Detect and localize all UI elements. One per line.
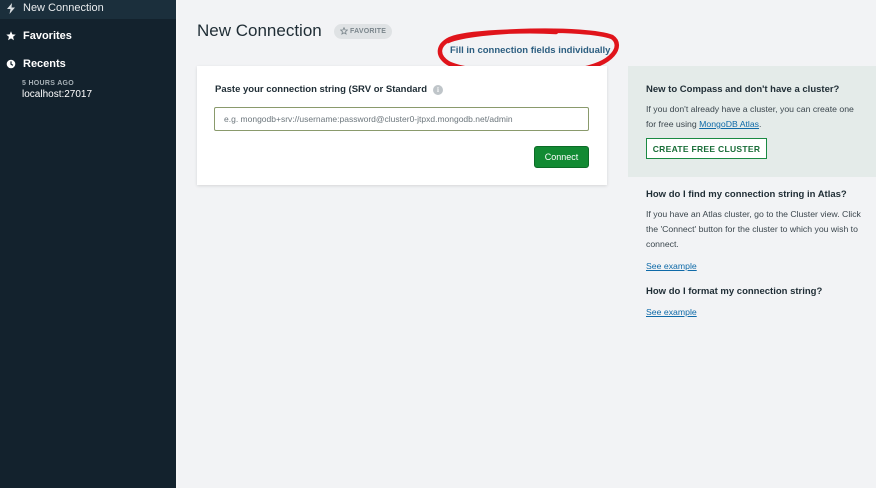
star-outline-icon bbox=[339, 26, 349, 37]
fill-fields-individually-link[interactable]: Fill in connection fields individually bbox=[450, 45, 610, 56]
sidebar-item-label: New Connection bbox=[23, 2, 104, 14]
new-to-compass-box: New to Compass and don't have a cluster?… bbox=[628, 66, 876, 177]
page-title: New Connection bbox=[197, 21, 322, 40]
recent-time: 5 HOURS AGO bbox=[22, 80, 75, 87]
connection-string-label: Paste your connection string (SRV or Sta… bbox=[215, 84, 444, 95]
connect-button[interactable]: Connect bbox=[534, 146, 589, 168]
help-text-end: . bbox=[759, 119, 762, 129]
connection-string-label-text: Paste your connection string (SRV or Sta… bbox=[215, 84, 428, 95]
sidebar-item-new-connection[interactable]: New Connection bbox=[0, 0, 176, 19]
help-text: If you don't already have a cluster, you… bbox=[646, 102, 861, 132]
find-string-text: If you have an Atlas cluster, go to the … bbox=[646, 209, 861, 249]
sidebar-item-favorites[interactable]: Favorites bbox=[0, 25, 176, 47]
find-string-heading: How do I find my connection string in At… bbox=[646, 189, 847, 200]
info-icon[interactable]: i bbox=[433, 84, 444, 95]
favorite-button-label: FAVORITE bbox=[350, 28, 387, 35]
sidebar-divider bbox=[176, 0, 178, 488]
connection-string-input[interactable] bbox=[214, 107, 589, 131]
format-string-heading: How do I format my connection string? bbox=[646, 286, 823, 297]
see-example-link-find[interactable]: See example bbox=[646, 261, 697, 271]
sidebar-section-recents: Recents bbox=[0, 53, 176, 75]
connection-string-card: Paste your connection string (SRV or Sta… bbox=[197, 66, 607, 185]
sidebar: New Connection Favorites Recents 5 HOURS… bbox=[0, 0, 176, 488]
sidebar-section-label: Recents bbox=[23, 58, 66, 70]
recent-host: localhost:27017 bbox=[22, 89, 93, 100]
sidebar-item-label: Favorites bbox=[23, 30, 72, 42]
clock-icon bbox=[5, 59, 17, 69]
help-heading: New to Compass and don't have a cluster? bbox=[646, 84, 840, 95]
mongodb-atlas-link[interactable]: MongoDB Atlas bbox=[699, 119, 759, 129]
recent-connection-item[interactable]: 5 HOURS AGO localhost:27017 bbox=[22, 80, 92, 100]
see-example-link-format[interactable]: See example bbox=[646, 307, 697, 317]
lightning-icon bbox=[5, 2, 17, 14]
favorite-button[interactable]: FAVORITE bbox=[334, 24, 393, 39]
create-free-cluster-button[interactable]: CREATE FREE CLUSTER bbox=[646, 138, 767, 159]
star-icon bbox=[5, 31, 17, 41]
